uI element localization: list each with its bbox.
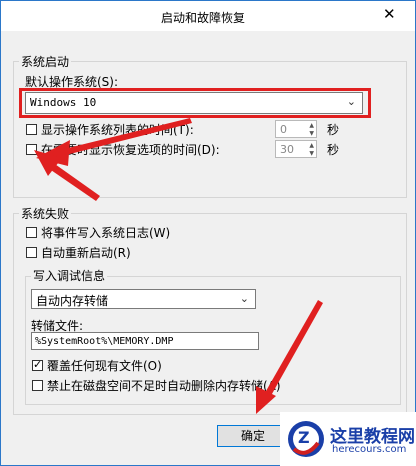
annotation-arrow bbox=[262, 300, 323, 401]
site-logo-letter: Z bbox=[298, 428, 310, 447]
annotation-arrows bbox=[34, 118, 323, 414]
annotation-arrow bbox=[48, 162, 100, 201]
annotation-arrow bbox=[60, 118, 192, 156]
site-url: herecours.com bbox=[332, 444, 407, 455]
site-watermark: Z 这里教程网 herecours.com bbox=[280, 412, 416, 466]
